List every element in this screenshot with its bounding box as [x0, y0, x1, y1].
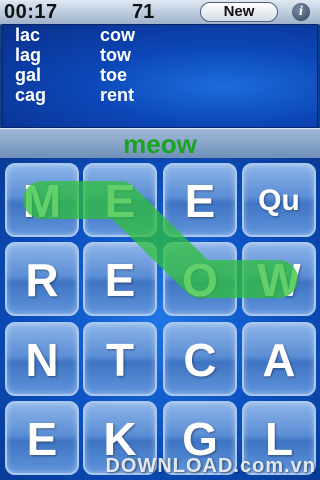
- letter-tile[interactable]: E: [5, 401, 79, 475]
- found-words-column: cow tow toe rent: [100, 25, 135, 105]
- tile-letter: M: [22, 175, 62, 227]
- timer: 00:17: [4, 1, 58, 23]
- letter-tile[interactable]: T: [83, 322, 157, 396]
- found-word: tow: [100, 45, 131, 65]
- found-word: cag: [15, 85, 47, 105]
- letter-tile[interactable]: O: [163, 242, 237, 316]
- found-word: lag: [15, 45, 42, 65]
- letter-tile[interactable]: E: [163, 163, 237, 237]
- watermark: DOWNLOAD.com.vn: [105, 455, 316, 477]
- letter-tile[interactable]: M: [5, 163, 79, 237]
- tile-letter: E: [104, 175, 136, 227]
- found-word: gal: [15, 65, 42, 85]
- found-word: lac: [15, 25, 41, 45]
- new-game-button[interactable]: New: [200, 2, 278, 22]
- tile-letter: E: [184, 175, 216, 227]
- letter-tile[interactable]: C: [163, 322, 237, 396]
- tile-letter: O: [182, 254, 218, 306]
- letter-tile[interactable]: E: [83, 242, 157, 316]
- letter-tile[interactable]: W: [242, 242, 316, 316]
- current-word: meow: [123, 129, 197, 159]
- score: 71: [132, 1, 155, 23]
- letter-tile[interactable]: Qu: [242, 163, 316, 237]
- found-word: rent: [100, 85, 135, 105]
- found-word: toe: [100, 65, 127, 85]
- current-word-bar: meow: [0, 128, 320, 160]
- letter-tile[interactable]: E: [83, 163, 157, 237]
- letter-tile[interactable]: A: [242, 322, 316, 396]
- tile-letter: T: [105, 334, 135, 386]
- tile-letter: A: [262, 334, 296, 386]
- tile-letter: W: [257, 254, 301, 306]
- info-icon[interactable]: i: [292, 3, 310, 21]
- tile-letter: N: [25, 334, 59, 386]
- tile-letter: R: [25, 254, 59, 306]
- letter-tile[interactable]: N: [5, 322, 79, 396]
- tile-letter: E: [104, 254, 136, 306]
- status-bar: 00:17 71 New i: [0, 0, 320, 25]
- letter-tile[interactable]: R: [5, 242, 79, 316]
- letter-board: M E E Qu R E O W N T C A E K G L DOWNLOA…: [0, 158, 320, 480]
- tile-letter: C: [183, 334, 217, 386]
- tile-letter: Qu: [258, 184, 300, 217]
- found-word: cow: [100, 25, 136, 45]
- tile-letter: E: [26, 413, 58, 465]
- found-words-panel: lac lag gal cag cow tow toe rent: [2, 24, 318, 128]
- found-words-column: lac lag gal cag: [15, 25, 46, 105]
